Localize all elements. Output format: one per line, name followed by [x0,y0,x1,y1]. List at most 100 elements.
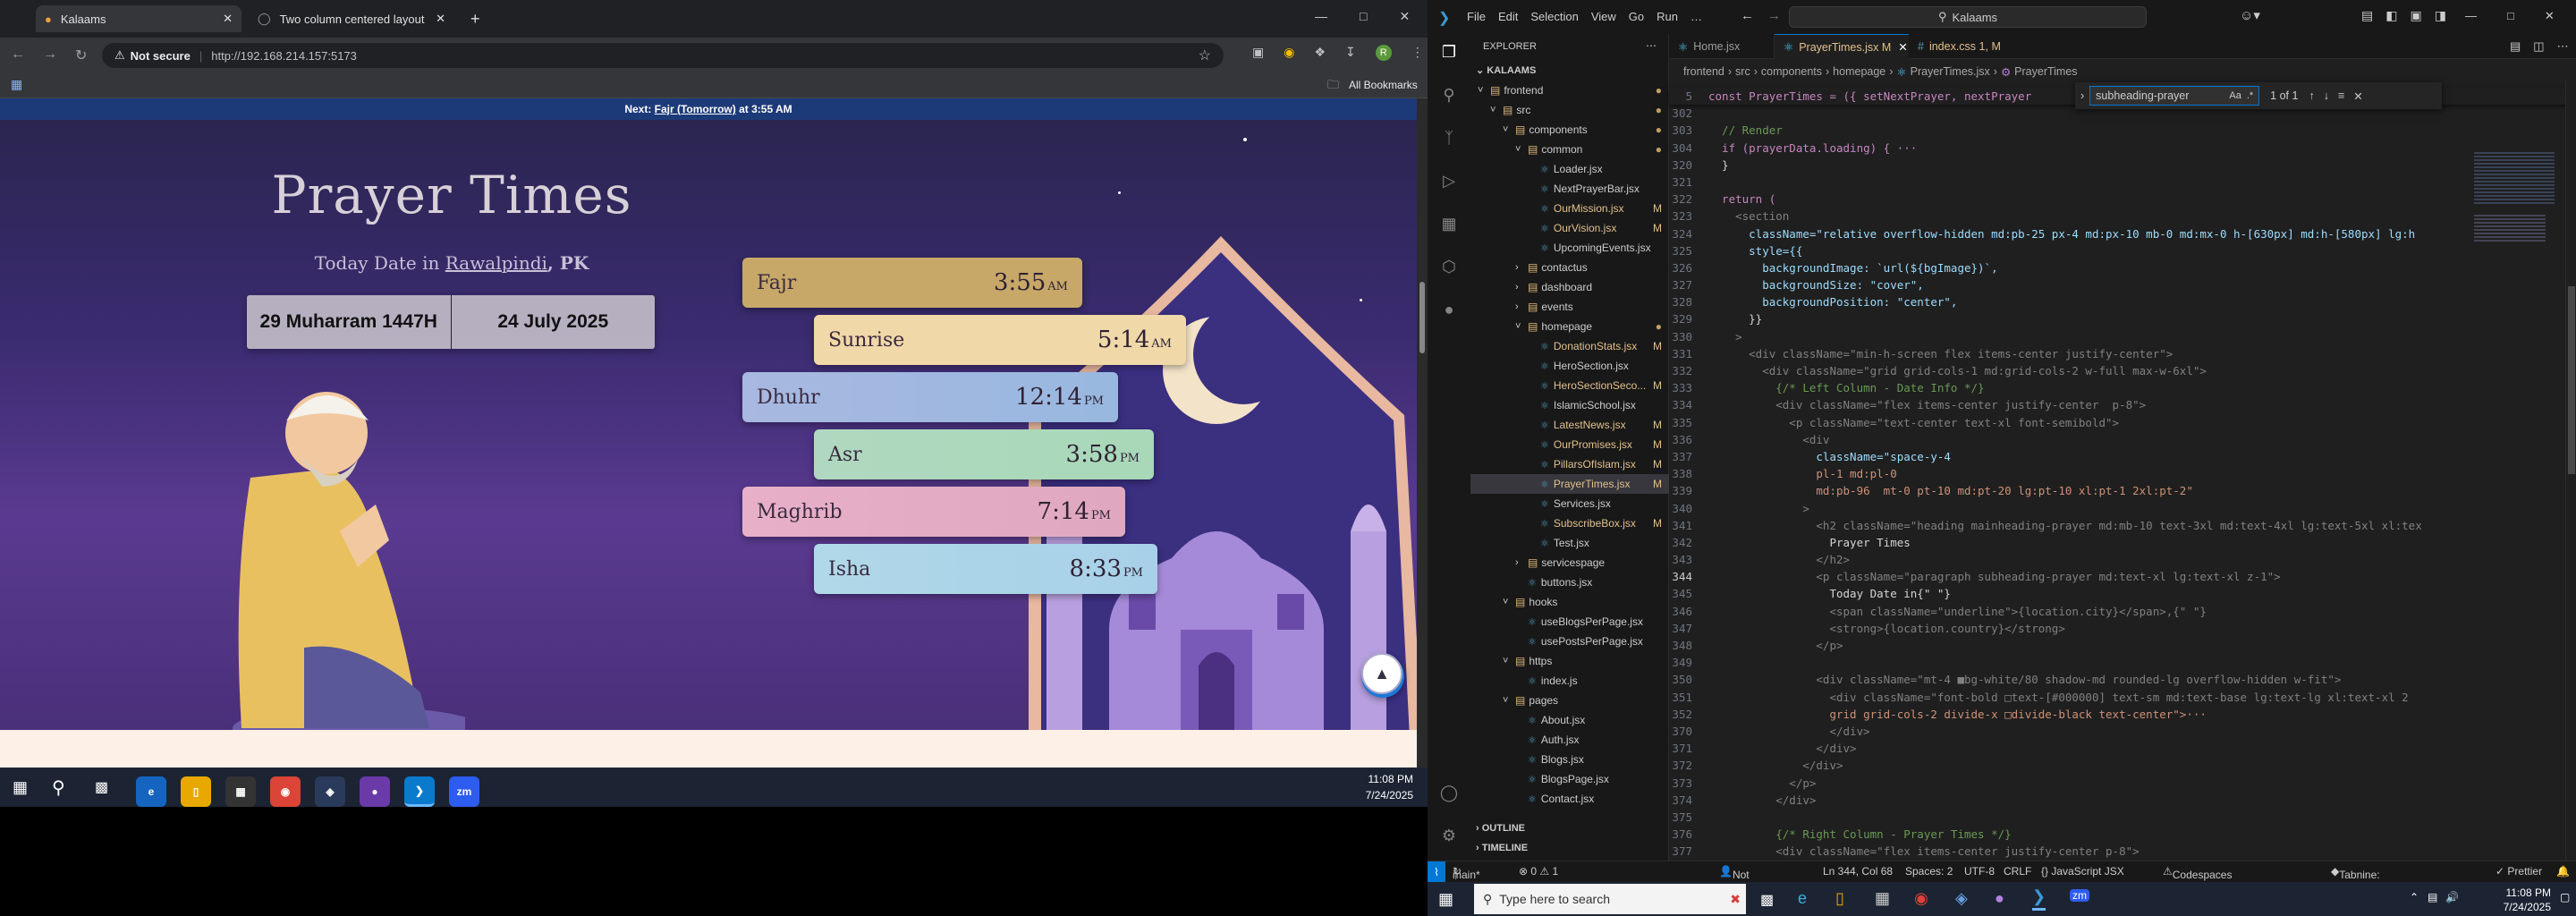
tree-file[interactable]: ⚛ HeroSection.jsx [1470,356,1669,376]
tab-home[interactable]: ⚛ Home.jsx [1669,34,1775,59]
arrow-down-icon[interactable]: ↓ [2324,89,2329,102]
download-icon[interactable]: ↧ [1345,45,1356,61]
notification-center-icon[interactable]: ▢ [2560,891,2570,903]
tree-file[interactable]: ⚛ NextPrayerBar.jsx [1470,179,1669,199]
tree-folder[interactable]: ˅ ▤ src ● [1470,100,1669,120]
menu-file[interactable]: File [1467,10,1486,23]
regex-icon[interactable]: .* [2247,90,2253,101]
code-line[interactable]: 330 > [1669,328,2576,345]
breadcrumb-item[interactable]: homepage [1833,65,1885,78]
close-icon[interactable]: ✕ [223,12,233,26]
code-line[interactable]: 340 > [1669,500,2576,517]
indentation-status[interactable]: Spaces: 2 [1905,865,1953,878]
tree-file[interactable]: ⚛ Blogs.jsx [1470,750,1669,769]
search-icon[interactable]: ⚲ [1438,84,1460,106]
code-line[interactable]: 303 // Render [1669,122,2576,139]
code-line[interactable]: 349 [1669,654,2576,671]
tree-folder[interactable]: ˅ ▤ pages [1470,691,1669,710]
tree-file[interactable]: ⚛ About.jsx [1470,710,1669,730]
tree-file[interactable]: ⚛ OurVision.jsx M [1470,218,1669,238]
browser-tab-kalaams[interactable]: ● Kalaams ✕ [36,5,242,32]
chevron-right-icon[interactable]: › [2080,89,2084,102]
close-icon[interactable]: ✕ [2545,9,2555,23]
codespaces-status[interactable]: ⚠ Codespaces quota reached [2163,865,2232,906]
cursor-position[interactable]: Ln 344, Col 68 [1823,865,1893,878]
menu-icon[interactable]: ⋮ [1411,45,1424,61]
tree-folder[interactable]: ˅ ▤ components ● [1470,120,1669,140]
panel-toggle-icon[interactable]: ▣ [2410,8,2421,23]
taskbar-clock[interactable]: 11:08 PM 7/24/2025 [1324,771,1413,803]
volume-icon[interactable]: 🔊 [2445,891,2459,903]
copilot-icon[interactable]: ☺▾ [2240,7,2260,23]
split-editor-icon[interactable]: ◫ [2533,39,2544,54]
menu-go[interactable]: Go [1629,10,1644,23]
scrollbar-thumb[interactable] [1419,282,1425,353]
outline-section[interactable]: › OUTLINE [1476,823,1525,834]
address-bar[interactable]: ⚠ Not secure | http://192.168.214.157:51… [102,43,1224,68]
tree-file[interactable]: ⚛ OurMission.jsx M [1470,199,1669,218]
app-icon[interactable]: ◈ [315,776,345,807]
tree-file[interactable]: ⚛ UpcomingEvents.jsx [1470,238,1669,258]
tree-folder[interactable]: ˅ ▤ https [1470,651,1669,671]
close-icon[interactable]: ✕ [2353,89,2362,103]
browser-tab-layout[interactable]: ◯ Two column centered layout ✕ [249,5,454,32]
settings-gear-icon[interactable]: ⚙ [1438,825,1460,846]
menu-run[interactable]: Run [1657,10,1678,23]
task-view-icon[interactable]: ▩ [1760,891,1774,909]
compare-icon[interactable]: ▤ [2510,39,2521,54]
close-icon[interactable]: ✕ [1399,9,1410,24]
tree-file[interactable]: ⚛ Test.jsx [1470,533,1669,553]
store-icon[interactable]: ▦ [1875,889,1890,908]
remote-icon[interactable]: ⬡ [1438,256,1460,277]
chrome-icon[interactable]: ◉ [270,776,301,807]
all-bookmarks-link[interactable]: All Bookmarks [1349,79,1418,91]
menu-selection[interactable]: Selection [1530,10,1578,23]
windows-start-icon[interactable]: ▦ [1438,890,1453,909]
github-desktop-icon[interactable]: ● [360,776,390,807]
tree-file[interactable]: ⚛ index.js [1470,671,1669,691]
code-line[interactable]: 329 }} [1669,310,2576,327]
floating-action-button[interactable]: ▲ [1361,653,1402,694]
code-line[interactable]: 338 pl-1 md:pl-0 [1669,465,2576,482]
menu-view[interactable]: View [1591,10,1616,23]
zoom-icon[interactable]: zm [2070,889,2089,902]
app-icon[interactable]: ◈ [1955,889,1968,908]
tree-folder[interactable]: ˅ ▤ hooks [1470,592,1669,612]
code-line[interactable]: 371 </div> [1669,740,2576,757]
code-line[interactable]: 331 <div className="min-h-screen flex it… [1669,345,2576,362]
menu-icon[interactable]: ≡ [2338,89,2344,102]
tree-file[interactable]: ⚛ OurPromises.jsx M [1470,435,1669,454]
code-line[interactable]: 346 <span className="underline">{locatio… [1669,603,2576,620]
tree-folder[interactable]: › ▤ contactus [1470,258,1669,277]
command-center[interactable]: ⚲ Kalaams [1789,6,2147,28]
code-line[interactable]: 347 <strong>{location.country}</strong> [1669,620,2576,637]
code-line[interactable]: 342 Prayer Times [1669,534,2576,551]
tree-folder[interactable]: › ▤ dashboard [1470,277,1669,297]
language-mode[interactable]: {} JavaScript JSX [2041,865,2124,878]
account-icon[interactable]: ◯ [1438,782,1460,803]
new-tab-button[interactable]: + [462,5,488,32]
explorer-icon[interactable]: ❐ [1438,41,1460,63]
code-editor[interactable]: 5 const PrayerTimes = ({ setNextPrayer, n… [1669,88,2576,878]
menu-more[interactable]: … [1690,10,1702,23]
network-icon[interactable]: ▤ [2428,891,2437,903]
tree-file[interactable]: ⚛ Contact.jsx [1470,789,1669,809]
code-line[interactable]: 372 </div> [1669,757,2576,774]
tree-file[interactable]: ⚛ usePostsPerPage.jsx [1470,632,1669,651]
find-input[interactable]: subheading-prayer Aa .* [2089,86,2260,106]
match-case-icon[interactable]: Aa [2229,90,2241,101]
tree-file[interactable]: ⚛ useBlogsPerPage.jsx [1470,612,1669,632]
code-line[interactable]: 373 </p> [1669,775,2576,792]
tray-chevron-icon[interactable]: ⌃ [2410,891,2419,903]
tree-folder[interactable]: ˅ ▤ common ● [1470,140,1669,159]
code-line[interactable]: 376 {/* Right Column - Prayer Times */} [1669,826,2576,843]
breadcrumb-item[interactable]: src [1735,65,1750,78]
source-control-icon[interactable]: ᛉ [1438,127,1460,148]
apps-icon[interactable]: ▦ [11,77,22,92]
code-line[interactable]: 335 <p className="text-center text-xl fo… [1669,414,2576,431]
security-label[interactable]: Not secure [131,49,191,63]
layout-icon[interactable]: ▤ [2361,8,2373,23]
profile-avatar[interactable]: R [1375,45,1392,61]
code-line[interactable]: 327 backgroundSize: "cover", [1669,276,2576,293]
code-line[interactable]: 370 </div> [1669,723,2576,740]
